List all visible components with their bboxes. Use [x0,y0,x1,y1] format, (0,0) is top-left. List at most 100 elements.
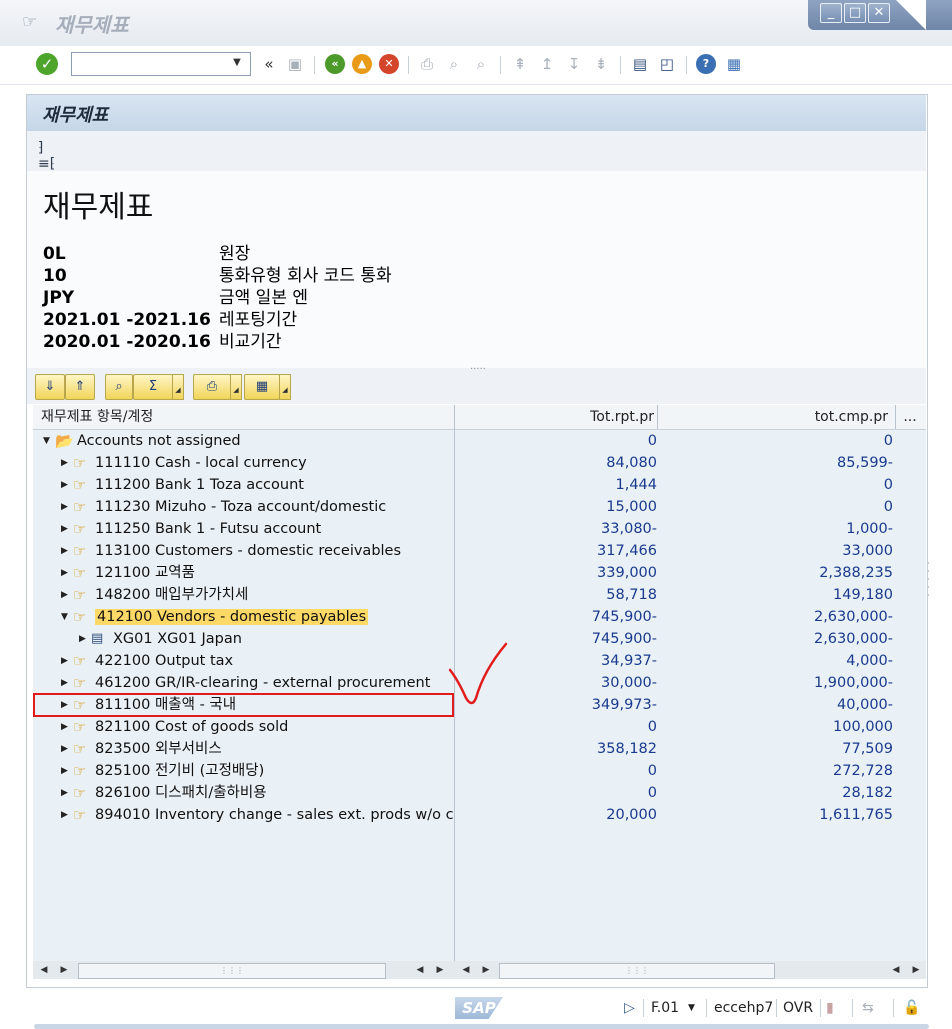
expand-node-icon[interactable]: ▶ [61,738,71,760]
back-icon[interactable]: « [325,54,345,74]
tot-cmp-cell[interactable]: 272,728 [663,760,893,782]
tot-cmp-cell[interactable]: 2,388,235 [663,562,893,584]
find-next-icon[interactable]: ⌕ [470,53,492,75]
expand-node-icon[interactable]: ▶ [61,452,71,474]
tot-rpt-cell[interactable]: 58,718 [463,584,657,606]
save-icon[interactable]: ▣ [284,53,306,75]
maximize-button[interactable]: □ [844,3,866,23]
tree-row[interactable]: ▼ ☞ 412100 Vendors - domestic payables 745,… [33,606,926,628]
previous-page-icon[interactable]: ↥ [536,53,558,75]
scroll-left-icon[interactable]: ◀ [414,963,426,977]
collapse-node-icon[interactable]: ▼ [43,430,53,452]
row-label-cell[interactable]: 894010 Inventory change - sales ext. pro… [95,804,453,826]
row-label-cell[interactable]: 825100 전기비 (고정배당) [95,760,453,782]
column-header-tot-cmp[interactable]: tot.cmp.pr [660,405,888,429]
tot-rpt-cell[interactable]: 0 [463,430,657,452]
tree-row[interactable]: ▶ ☞ 111250 Bank 1 - Futsu account 33,080- 1,… [33,518,926,540]
status-expand-icon[interactable]: ▷ [624,997,638,1019]
scroll-right-icon[interactable]: ▶ [910,963,922,977]
expand-node-icon[interactable]: ▶ [61,518,71,540]
expand-node-icon[interactable]: ▶ [61,496,71,518]
tot-cmp-cell[interactable]: 1,900,000- [663,672,893,694]
expand-node-icon[interactable]: ▶ [61,672,71,694]
next-page-icon[interactable]: ↧ [563,53,585,75]
tot-rpt-cell[interactable]: 20,000 [463,804,657,826]
tree-row[interactable]: ▶ ☞ 825100 전기비 (고정배당) 0 272,728 [33,760,926,782]
tree-row[interactable]: ▶ ☞ 113100 Customers - domestic receivable… [33,540,926,562]
collapse-command-icon[interactable]: « [258,53,280,75]
menu-exit-icon[interactable]: ☞ [22,12,44,32]
tot-rpt-cell[interactable]: 84,080 [463,452,657,474]
tot-rpt-cell[interactable]: 745,900- [463,606,657,628]
tot-cmp-cell[interactable]: 77,509 [663,738,893,760]
tot-rpt-cell[interactable]: 1,444 [463,474,657,496]
column-header-tot-rpt[interactable]: Tot.rpt.pr [460,405,654,429]
tree-row[interactable]: ▶ ☞ 111110 Cash - local currency 84,080 85,5… [33,452,926,474]
tot-rpt-cell[interactable]: 15,000 [463,496,657,518]
tot-cmp-cell[interactable]: 0 [663,430,893,452]
row-label-cell[interactable]: 148200 매입부가가치세 [95,584,453,606]
scroll-thumb[interactable]: ⋮⋮⋮ [78,963,386,979]
row-label-cell[interactable]: 111200 Bank 1 Toza account [95,474,453,496]
row-label-cell[interactable]: 412100 Vendors - domestic payables [95,606,453,628]
first-page-icon[interactable]: ⇞ [509,53,531,75]
expand-node-icon[interactable]: ▶ [61,540,71,562]
tree-row[interactable]: ▶ ☞ 111230 Mizuho - Toza account/domestic 1… [33,496,926,518]
row-label-cell[interactable]: 113100 Customers - domestic receivables [95,540,453,562]
tot-cmp-cell[interactable]: 0 [663,474,893,496]
tot-rpt-cell[interactable]: 0 [463,782,657,804]
tree-row[interactable]: ▶ ☞ 894010 Inventory change - sales ext. p… [33,804,926,826]
insert-mode[interactable]: OVR [783,997,817,1019]
expand-node-icon[interactable]: ▶ [61,782,71,804]
tree-structure-icon[interactable]: ⁆≡⁅ [38,140,58,172]
tot-rpt-cell[interactable]: 0 [463,716,657,738]
close-button[interactable]: ✕ [868,3,890,23]
expand-all-icon[interactable]: ⇓ [35,374,65,400]
tot-rpt-cell[interactable]: 0 [463,760,657,782]
print-dropdown-icon[interactable]: ◢ [230,374,242,400]
tot-cmp-cell[interactable]: 100,000 [663,716,893,738]
shortcut-icon[interactable]: ◰ [656,53,678,75]
expand-node-icon[interactable]: ▶ [61,474,71,496]
unlock-icon[interactable]: 🔓 [903,997,925,1019]
create-session-icon[interactable]: ▤ [629,53,651,75]
tot-cmp-cell[interactable]: 149,180 [663,584,893,606]
expand-node-icon[interactable]: ▶ [61,562,71,584]
row-label-cell[interactable]: 823500 외부서비스 [95,738,453,760]
tree-row[interactable]: ▶ ☞ 823500 외부서비스 358,182 77,509 [33,738,926,760]
expand-node-icon[interactable]: ▶ [61,650,71,672]
row-label-cell[interactable]: 826100 디스패치/출하비용 [95,782,453,804]
print-preview-icon[interactable]: ⎙ [193,374,231,400]
tot-rpt-cell[interactable]: 33,080- [463,518,657,540]
row-label-cell[interactable]: 111110 Cash - local currency [95,452,453,474]
tot-cmp-cell[interactable]: 40,000- [663,694,893,716]
tot-cmp-cell[interactable]: 1,611,765 [663,804,893,826]
scroll-left-icon[interactable]: ◀ [460,963,472,977]
exit-icon[interactable]: ▲ [352,54,372,74]
tot-rpt-cell[interactable]: 339,000 [463,562,657,584]
column-separator[interactable] [657,405,658,429]
transaction-dropdown-icon[interactable]: ▼ [688,997,700,1019]
tot-cmp-cell[interactable]: 2,630,000- [663,606,893,628]
tot-cmp-cell[interactable]: 2,630,000- [663,628,893,650]
tree-row[interactable]: ▶ ☞ 111200 Bank 1 Toza account 1,444 0 [33,474,926,496]
command-field[interactable] [71,52,251,76]
tree-row[interactable]: ▼ 📂 Accounts not assigned 0 0 [33,430,926,452]
help-icon[interactable]: ? [696,54,716,74]
customize-layout-icon[interactable]: ▦ [723,53,745,75]
tot-cmp-cell[interactable]: 85,599- [663,452,893,474]
vertical-splitter-grip-icon[interactable]: · · · · · [927,560,933,610]
layout-icon[interactable]: ▦ [244,374,280,400]
expand-node-icon[interactable]: ▶ [79,628,89,650]
column-header-account[interactable]: 재무제표 항목/계정 [41,405,441,429]
row-label-cell[interactable]: XG01 XG01 Japan [113,628,453,650]
column-separator[interactable] [895,405,896,429]
row-label-cell[interactable]: 422100 Output tax [95,650,453,672]
expand-node-icon[interactable]: ▶ [61,804,71,826]
minimize-button[interactable]: _ [820,3,842,23]
row-label-cell[interactable]: 461200 GR/IR-clearing - external procure… [95,672,453,694]
tot-rpt-cell[interactable]: 358,182 [463,738,657,760]
scroll-left-icon[interactable]: ◀ [890,963,902,977]
row-label-cell[interactable]: 111230 Mizuho - Toza account/domestic [95,496,453,518]
tree-row[interactable]: ▶ ☞ 826100 디스패치/출하비용 0 28,182 [33,782,926,804]
